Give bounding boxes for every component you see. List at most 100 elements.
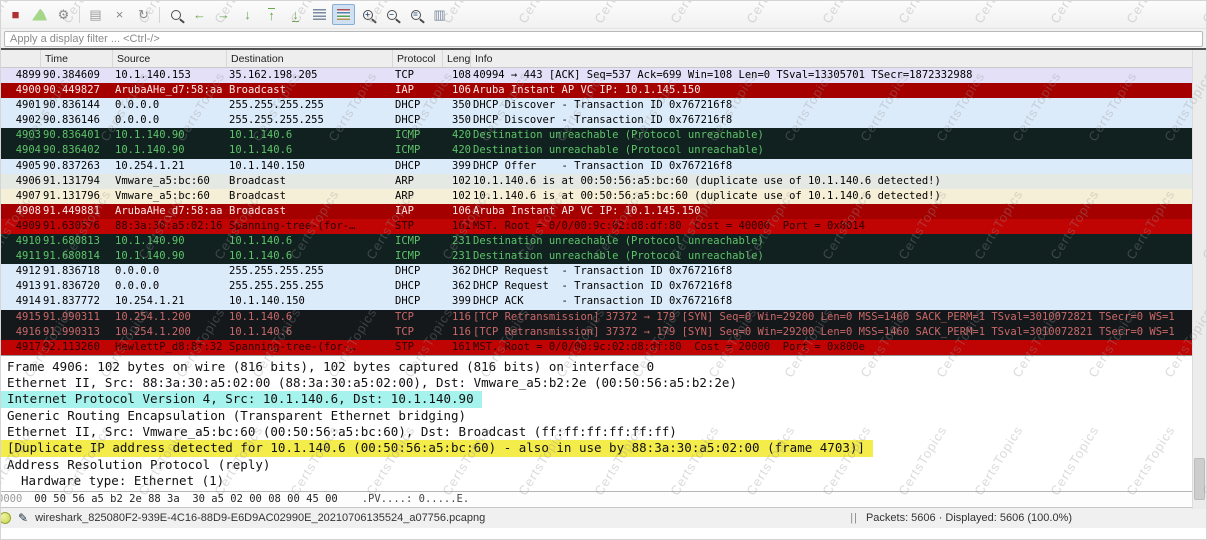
stop-capture-icon[interactable]: ■ (4, 4, 27, 25)
scrollbar-thumb[interactable] (1194, 458, 1205, 500)
packet-row[interactable]: 490791.131796Vmware_a5:bc:60BroadcastARP… (1, 189, 1193, 204)
go-forward-icon[interactable]: → (212, 4, 235, 25)
reload-file-icon[interactable]: ↻ (132, 4, 155, 25)
cell-info: [TCP Retransmission] 37372 → 179 [SYN] S… (473, 325, 1193, 340)
zoom-out-icon[interactable]: − (380, 4, 403, 25)
cell-len: 161 (445, 219, 471, 234)
packet-row[interactable]: 490490.83640210.1.140.9010.1.140.6ICMP42… (1, 143, 1193, 158)
cell-proto: STP (395, 340, 443, 355)
column-header-length[interactable]: Length (445, 50, 471, 67)
cell-time: 91.449881 (43, 204, 113, 219)
close-file-icon[interactable]: × (108, 4, 131, 25)
cell-time: 91.836720 (43, 279, 113, 294)
packet-row[interactable]: 491391.8367200.0.0.0255.255.255.255DHCP3… (1, 279, 1193, 294)
packet-details-pane: Frame 4906: 102 bytes on wire (816 bits)… (1, 355, 1206, 491)
packet-row[interactable]: 491191.68081410.1.140.9010.1.140.6ICMP23… (1, 249, 1193, 264)
column-header-source[interactable]: Source (115, 50, 227, 67)
cell-dst: 10.1.140.6 (229, 128, 393, 143)
detail-line[interactable]: Address Resolution Protocol (reply) (1, 457, 278, 473)
go-first-packet-icon[interactable]: ↑ (260, 4, 283, 25)
detail-line[interactable]: Hardware type: Ethernet (1) (1, 473, 232, 489)
cell-len: 420 (445, 128, 471, 143)
zoom-in-icon[interactable]: + (356, 4, 379, 25)
open-file-icon[interactable]: ▤ (84, 4, 107, 25)
cell-info: 10.1.140.6 is at 00:50:56:a5:bc:60 (dupl… (473, 189, 1193, 204)
cell-len: 102 (445, 174, 471, 189)
columns-icon[interactable] (308, 4, 331, 25)
column-header-info[interactable]: Info (473, 50, 1193, 67)
cell-len: 231 (445, 249, 471, 264)
go-to-packet-icon[interactable]: ↓ (236, 4, 259, 25)
packet-row[interactable]: 490090.449827ArubaAHe_d7:58:aaBroadcastI… (1, 83, 1193, 98)
expert-info-icon[interactable] (0, 512, 11, 524)
cell-info: MST. Root = 0/0/00:9c:02:d8:df:80 Cost =… (473, 340, 1193, 355)
packet-row[interactable]: 490590.83726310.254.1.2110.1.140.150DHCP… (1, 159, 1193, 174)
cell-len: 106 (445, 204, 471, 219)
detail-line[interactable]: Protocol type: IPv4 (0x0800) (1, 489, 240, 491)
packet-row[interactable]: 491091.68081310.1.140.9010.1.140.6ICMP23… (1, 234, 1193, 249)
packet-row[interactable]: 491591.99031110.254.1.20010.1.140.6TCP11… (1, 310, 1193, 325)
cell-time: 91.990311 (43, 310, 113, 325)
start-capture-icon[interactable] (28, 4, 51, 25)
zoom-original-icon[interactable]: = (404, 4, 427, 25)
cell-src: 0.0.0.0 (115, 279, 227, 294)
cell-dst: Broadcast (229, 189, 393, 204)
detail-line[interactable]: Ethernet II, Src: Vmware_a5:bc:60 (00:50… (1, 424, 685, 440)
detail-line[interactable]: Internet Protocol Version 4, Src: 10.1.1… (1, 391, 482, 407)
detail-line[interactable]: Generic Routing Encapsulation (Transpare… (1, 408, 474, 424)
column-header-no[interactable] (1, 50, 41, 67)
packet-row[interactable]: 489990.38460910.1.140.15335.162.198.205T… (1, 68, 1193, 83)
detail-line[interactable]: Ethernet II, Src: 88:3a:30:a5:02:00 (88:… (1, 375, 745, 391)
packet-row[interactable]: 490891.449881ArubaAHe_d7:58:aaBroadcastI… (1, 204, 1193, 219)
packet-row[interactable]: 491691.99031310.254.1.20010.1.140.6TCP11… (1, 325, 1193, 340)
cell-time: 91.680814 (43, 249, 113, 264)
packet-row[interactable]: 491291.8367180.0.0.0255.255.255.255DHCP3… (1, 264, 1193, 279)
go-last-packet-icon[interactable]: ↓ (284, 4, 307, 25)
capture-options-icon[interactable]: ⚙ (52, 4, 75, 25)
cell-no: 4901 (1, 98, 41, 113)
vertical-scrollbar[interactable] (1192, 50, 1206, 509)
cell-proto: DHCP (395, 159, 443, 174)
cell-src: 88:3a:30:a5:02:16 (115, 219, 227, 234)
cell-no: 4912 (1, 264, 41, 279)
packet-row[interactable]: 491792.113260HewlettP_d8:8f:32Spanning-t… (1, 340, 1193, 355)
column-header-time[interactable]: Time (43, 50, 113, 67)
cell-info: DHCP Discover - Transaction ID 0x767216f… (473, 98, 1193, 113)
detail-line[interactable]: Frame 4906: 102 bytes on wire (816 bits)… (1, 359, 662, 375)
go-back-icon[interactable]: ← (188, 4, 211, 25)
packet-row[interactable]: 490190.8361440.0.0.0255.255.255.255DHCP3… (1, 98, 1193, 113)
cell-src: 0.0.0.0 (115, 113, 227, 128)
packet-row[interactable]: 491491.83777210.254.1.2110.1.140.150DHCP… (1, 294, 1193, 309)
cell-proto: STP (395, 219, 443, 234)
packet-row[interactable]: 490991.63057688:3a:30:a5:02:16Spanning-t… (1, 219, 1193, 234)
cell-time: 90.449827 (43, 83, 113, 98)
capture-comment-icon[interactable]: ✎ (18, 511, 28, 525)
packet-row[interactable]: 490390.83640110.1.140.9010.1.140.6ICMP42… (1, 128, 1193, 143)
cell-src: 0.0.0.0 (115, 98, 227, 113)
display-filter-input[interactable]: Apply a display filter ... <Ctrl-/> (4, 31, 1203, 47)
main-toolbar: ■⚙▤×↻←→↓↑↓+−=▥ (1, 1, 1206, 28)
column-header-protocol[interactable]: Protocol (395, 50, 443, 67)
packet-row[interactable]: 490691.131794Vmware_a5:bc:60BroadcastARP… (1, 174, 1193, 189)
cell-no: 4917 (1, 340, 41, 355)
cell-dst: 255.255.255.255 (229, 98, 393, 113)
hex-bytes[interactable]: 00 50 56 a5 b2 2e 88 3a 30 a5 02 00 08 0… (34, 493, 337, 505)
cell-proto: ICMP (395, 128, 443, 143)
cell-dst: 10.1.140.150 (229, 294, 393, 309)
cell-time: 90.384609 (43, 68, 113, 83)
cell-src: 10.1.140.90 (115, 249, 227, 264)
detail-line[interactable]: [Duplicate IP address detected for 10.1.… (1, 440, 873, 456)
cell-time: 91.680813 (43, 234, 113, 249)
cell-dst: Broadcast (229, 174, 393, 189)
resize-columns-icon[interactable]: ▥ (428, 4, 451, 25)
find-packet-icon[interactable] (164, 4, 187, 25)
cell-src: 0.0.0.0 (115, 264, 227, 279)
cell-no: 4899 (1, 68, 41, 83)
column-header-destination[interactable]: Destination (229, 50, 393, 67)
colorize-icon[interactable] (332, 4, 355, 25)
cell-src: 10.1.140.90 (115, 128, 227, 143)
cell-info: DHCP Discover - Transaction ID 0x767216f… (473, 113, 1193, 128)
cell-time: 91.630576 (43, 219, 113, 234)
cell-no: 4905 (1, 159, 41, 174)
packet-row[interactable]: 490290.8361460.0.0.0255.255.255.255DHCP3… (1, 113, 1193, 128)
